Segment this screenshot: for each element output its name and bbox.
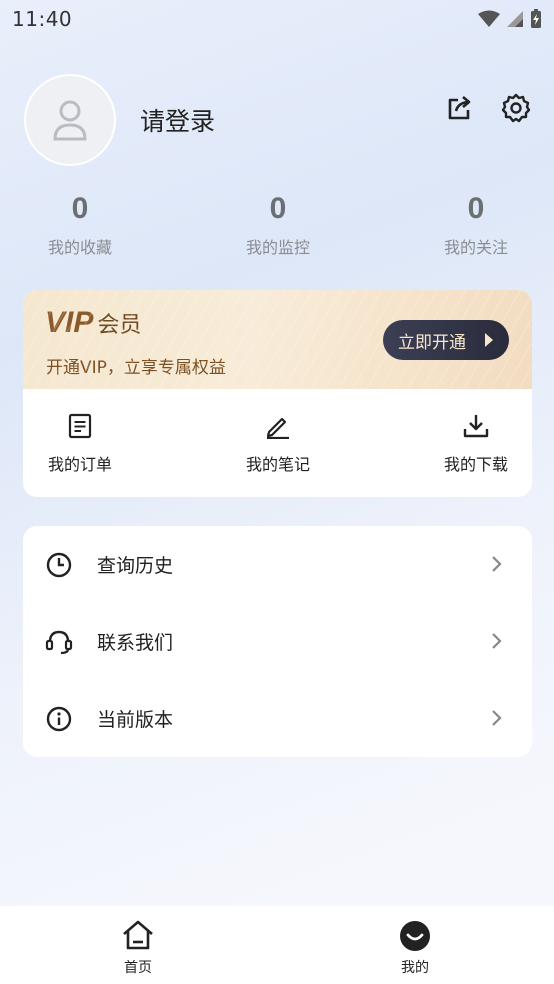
stat-label: 我的监控 <box>245 238 310 257</box>
user-placeholder-icon <box>53 100 87 141</box>
stat-favorites[interactable]: 0 我的收藏 <box>0 192 179 258</box>
top-actions <box>444 92 532 124</box>
status-time: 11:40 <box>12 7 73 31</box>
quick-action-label: 我的订单 <box>47 455 112 474</box>
stat-monitoring[interactable]: 0 我的监控 <box>179 192 377 258</box>
vip-subtitle: 开通VIP，立享专属权益 <box>46 358 226 378</box>
status-icons <box>478 9 542 29</box>
profile-face-icon <box>400 921 430 951</box>
home-icon <box>123 920 153 950</box>
info-icon <box>46 706 72 731</box>
chevron-right-icon <box>492 556 502 572</box>
vip-activate-label: 立即开通 <box>398 332 466 353</box>
chevron-right-icon <box>492 633 502 649</box>
menu-item-query-history[interactable]: 查询历史 <box>23 526 532 603</box>
bottom-tab-bar: 首页 我的 <box>0 906 554 984</box>
stat-value: 0 <box>71 192 89 225</box>
tab-label: 我的 <box>401 960 429 976</box>
tab-mine[interactable]: 我的 <box>385 920 445 977</box>
settings-button[interactable] <box>500 92 532 124</box>
avatar[interactable] <box>24 74 116 166</box>
quick-action-notes[interactable]: 我的笔记 <box>223 411 333 475</box>
menu-item-label: 联系我们 <box>97 632 174 654</box>
vip-title: VIP 会员 <box>45 306 141 340</box>
login-prompt[interactable]: 请登录 <box>140 102 215 138</box>
status-bar: 11:40 <box>0 0 554 38</box>
wifi-icon <box>478 10 500 27</box>
headset-icon <box>45 630 73 654</box>
vip-activate-button[interactable]: 立即开通 <box>383 320 509 360</box>
menu-card: 查询历史 联系我们 当前版本 <box>23 526 532 757</box>
play-arrow-icon <box>485 333 493 347</box>
quick-action-downloads[interactable]: 我的下载 <box>421 411 531 475</box>
quick-action-label: 我的笔记 <box>245 455 310 474</box>
profile-header[interactable]: 请登录 <box>24 74 215 166</box>
stat-label: 我的关注 <box>443 238 508 257</box>
share-icon <box>448 96 471 120</box>
battery-charging-icon <box>531 9 541 28</box>
menu-item-label: 当前版本 <box>97 709 174 731</box>
vip-card: VIP 会员 开通VIP，立享专属权益 立即开通 我的订单 我的笔记 我的下载 <box>23 290 532 497</box>
stat-value: 0 <box>269 192 287 225</box>
cellular-signal-icon <box>507 11 523 27</box>
tab-label: 首页 <box>124 960 152 976</box>
gear-icon <box>501 93 531 123</box>
quick-actions: 我的订单 我的笔记 我的下载 <box>23 389 532 497</box>
chevron-right-icon <box>492 710 502 726</box>
stat-following[interactable]: 0 我的关注 <box>377 192 554 258</box>
document-icon <box>68 413 92 439</box>
download-icon <box>463 415 489 438</box>
menu-item-contact-us[interactable]: 联系我们 <box>23 603 532 680</box>
tab-home[interactable]: 首页 <box>108 920 168 977</box>
quick-action-orders[interactable]: 我的订单 <box>25 411 135 475</box>
clock-icon <box>46 552 72 577</box>
vip-member-text: 会员 <box>97 313 142 338</box>
stat-label: 我的收藏 <box>47 238 112 257</box>
vip-banner[interactable]: VIP 会员 开通VIP，立享专属权益 立即开通 <box>23 290 532 389</box>
quick-action-label: 我的下载 <box>443 455 508 474</box>
pencil-icon <box>266 417 289 439</box>
stat-value: 0 <box>467 192 485 225</box>
vip-logo-text: VIP <box>45 306 94 339</box>
share-button[interactable] <box>444 92 476 124</box>
menu-item-label: 查询历史 <box>97 555 174 577</box>
menu-item-current-version[interactable]: 当前版本 <box>23 680 532 757</box>
